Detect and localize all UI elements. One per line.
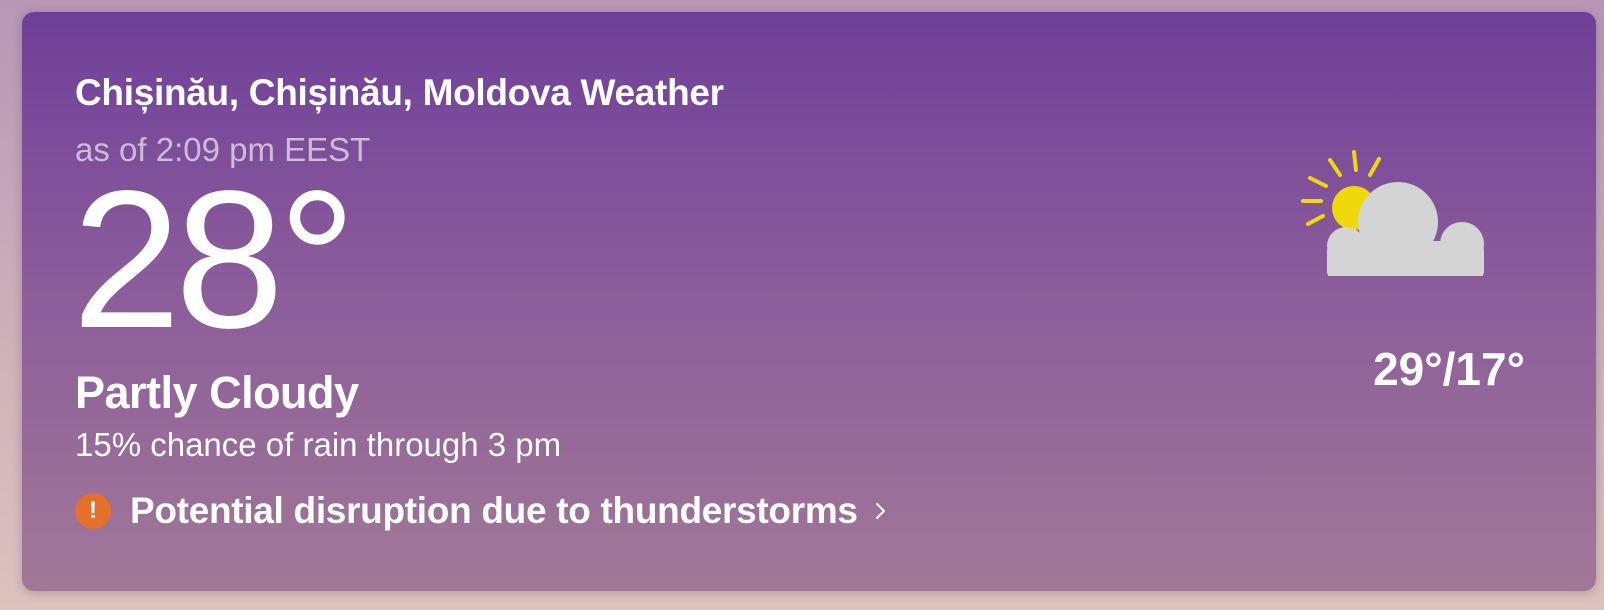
location-title: Chișinău, Chișinău, Moldova Weather [75, 72, 724, 113]
weather-card[interactable]: Chișinău, Chișinău, Moldova Weather as o… [22, 12, 1596, 591]
partly-cloudy-icon [1301, 150, 1484, 276]
exclamation-icon: ! [75, 493, 111, 529]
alert-text: Potential disruption due to thunderstorm… [130, 490, 858, 531]
high-low-temperature: 29°/17° [1373, 343, 1525, 395]
rain-chance: 15% chance of rain through 3 pm [75, 426, 562, 463]
condition-text: Partly Cloudy [75, 367, 359, 418]
chevron-right-icon [875, 503, 885, 519]
current-temperature: 28° [72, 150, 356, 369]
weather-alert-link[interactable]: ! Potential disruption due to thundersto… [75, 490, 888, 532]
